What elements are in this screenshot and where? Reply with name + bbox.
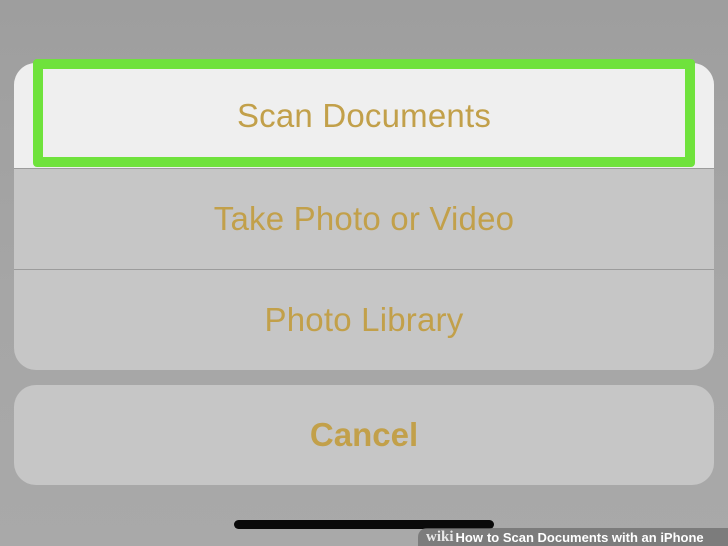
- cancel-button[interactable]: Cancel: [14, 385, 714, 485]
- watermark-brand: wiki: [426, 528, 454, 545]
- photo-library-label: Photo Library: [264, 301, 464, 338]
- watermark-title: to Scan Documents with an iPhone: [486, 529, 704, 545]
- action-sheet: Scan Documents Take Photo or Video Photo…: [14, 63, 714, 370]
- take-photo-or-video-label: Take Photo or Video: [213, 200, 515, 237]
- watermark-banner: wiki How to Scan Documents with an iPhon…: [418, 528, 728, 546]
- cancel-label: Cancel: [309, 416, 419, 453]
- photo-library-option[interactable]: Photo Library: [14, 270, 714, 370]
- scan-documents-label: Scan Documents: [236, 96, 492, 134]
- watermark-how: How: [455, 529, 483, 545]
- take-photo-or-video-option[interactable]: Take Photo or Video: [14, 169, 714, 269]
- scan-documents-option[interactable]: Scan Documents: [14, 63, 714, 168]
